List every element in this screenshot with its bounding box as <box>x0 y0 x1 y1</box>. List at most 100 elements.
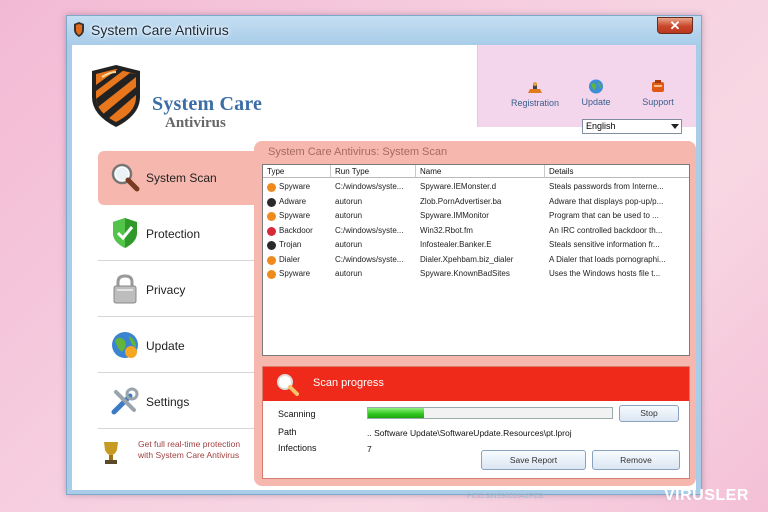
table-row[interactable]: Backdoor C:/windows/syste... Win32.Rbot.fm… <box>263 224 689 239</box>
watermark-text: VIRUSLER <box>664 487 749 504</box>
column-header-run-type[interactable]: Run Type <box>331 165 416 178</box>
cell-details: Uses the Windows hosts file t... <box>549 269 661 278</box>
tools-icon <box>111 387 139 415</box>
cell-run-type: C:/windows/syste... <box>335 182 404 191</box>
scan-progress-fill <box>368 408 425 418</box>
save-report-button[interactable]: Save Report <box>481 450 586 470</box>
column-header-details[interactable]: Details <box>545 165 691 178</box>
cell-run-type: C:/windows/syste... <box>335 225 404 235</box>
padlock-icon <box>113 274 137 304</box>
globe-icon <box>112 332 138 358</box>
sidebar-item-label: Privacy <box>146 283 186 297</box>
cell-name: Dialer.Xpehbam.biz_dialer <box>420 254 514 264</box>
table-row[interactable]: Spyware autorun Spyware.KnownBadSites Uses … <box>263 267 689 282</box>
app-window: System Care Antivirus ✕ System Care Anti… <box>66 15 702 500</box>
registration-button[interactable]: Registration <box>505 81 565 108</box>
pc-id-text: PCID:361991016A2FCB <box>467 493 544 500</box>
scan-progress-title: Scan progress <box>313 377 384 389</box>
language-value: English <box>586 121 616 131</box>
sidebar-item-settings[interactable]: Settings <box>98 375 256 429</box>
table-row[interactable]: Spyware C:/windows/syste... Spyware.IEMons… <box>263 180 689 195</box>
system-scan-panel: System Care Antivirus: System Scan Type … <box>254 141 696 486</box>
sidebar-item-protection[interactable]: Protection <box>98 207 256 261</box>
column-header-name[interactable]: Name <box>416 165 545 178</box>
magnifier-icon <box>111 163 140 192</box>
sidebar-item-label: Protection <box>146 227 201 241</box>
infections-label: Infections <box>278 443 317 453</box>
cell-name: Infostealer.Banker.E <box>420 240 492 249</box>
path-value: .. Software Update\SoftwareUpdate.Resour… <box>367 428 572 438</box>
remove-button[interactable]: Remove <box>592 450 680 470</box>
threat-table: Type Run Type Name Details Spyware C:/win… <box>262 164 690 356</box>
threat-severity-icon <box>267 255 276 265</box>
sidebar-item-system-scan[interactable]: System Scan <box>98 151 256 205</box>
client-area: System Care Antivirus Registration Updat… <box>72 45 696 500</box>
cell-type: Spyware <box>279 182 311 191</box>
cell-name: Win32.Rbot.fm <box>420 225 473 235</box>
update-globe-icon <box>589 79 603 94</box>
logo-shield-icon <box>92 65 140 127</box>
chevron-down-icon <box>671 124 679 129</box>
shield-check-icon <box>113 218 137 248</box>
threat-severity-icon <box>267 270 276 279</box>
window-title: System Care Antivirus <box>91 22 229 38</box>
threat-severity-icon <box>267 197 276 207</box>
stop-button[interactable]: Stop <box>619 405 679 422</box>
sidebar-item-label: Settings <box>146 395 190 409</box>
column-header-type[interactable]: Type <box>263 165 331 178</box>
cell-name: Spyware.KnownBadSites <box>420 269 510 278</box>
cell-details: Program that can be used to ... <box>549 211 659 220</box>
sidebar-item-label: Update <box>146 339 185 353</box>
close-button[interactable]: ✕ <box>657 17 693 34</box>
table-header: Type Run Type Name Details <box>263 165 689 178</box>
cell-type: Backdoor <box>279 225 313 235</box>
table-row[interactable]: Trojan autorun Infostealer.Banker.E Steals … <box>263 238 689 253</box>
cell-type: Spyware <box>279 269 311 278</box>
cell-run-type: autorun <box>335 196 363 206</box>
table-row[interactable]: Dialer C:/windows/syste... Dialer.Xpehbam.… <box>263 253 689 268</box>
trophy-icon <box>104 442 118 464</box>
threat-severity-icon <box>267 212 276 221</box>
cell-type: Spyware <box>279 211 311 220</box>
registration-icon <box>528 82 542 93</box>
title-bar[interactable]: System Care Antivirus ✕ <box>67 16 701 44</box>
table-row[interactable]: Spyware autorun Spyware.IMMonitor Program t… <box>263 209 689 224</box>
cell-details: A Dialer that loads pornographi... <box>549 254 666 264</box>
magnifier-icon <box>277 374 299 396</box>
scanning-label: Scanning <box>278 409 316 419</box>
cell-run-type: autorun <box>335 211 363 220</box>
support-icon <box>652 80 664 92</box>
scan-progress-header: Scan progress <box>263 367 689 401</box>
cell-run-type: C:/windows/syste... <box>335 254 404 264</box>
threat-severity-icon <box>267 226 276 236</box>
cell-type: Trojan <box>279 240 302 249</box>
update-button[interactable]: Update <box>566 79 626 107</box>
table-row[interactable]: Adware autorun Zlob.PornAdvertiser.ba Adwar… <box>263 195 689 210</box>
update-label: Update <box>581 97 611 107</box>
cell-run-type: autorun <box>335 269 363 278</box>
cell-run-type: autorun <box>335 240 363 249</box>
language-select[interactable]: English <box>582 119 682 134</box>
promo-text[interactable]: Get full real-time protection with Syste… <box>138 439 250 461</box>
sidebar-item-label: System Scan <box>146 171 217 185</box>
scan-progress-area: Scan progress Scanning Stop Path .. Soft… <box>262 366 690 479</box>
support-button[interactable]: Support <box>628 79 688 107</box>
cell-type: Dialer <box>279 254 300 264</box>
app-shield-icon <box>74 22 84 37</box>
registration-label: Registration <box>510 98 560 108</box>
sidebar-item-privacy[interactable]: Privacy <box>98 263 256 317</box>
threat-severity-icon <box>267 183 276 192</box>
path-label: Path <box>278 427 297 437</box>
scan-progress-bar <box>367 407 613 419</box>
cell-details: An IRC controlled backdoor th... <box>549 225 663 235</box>
support-label: Support <box>642 97 674 107</box>
cell-name: Spyware.IEMonster.d <box>420 182 497 191</box>
cell-name: Spyware.IMMonitor <box>420 211 489 220</box>
threat-severity-icon <box>267 241 276 250</box>
cell-details: Steals passwords from Interne... <box>549 182 664 191</box>
logo-title: System Care <box>152 93 263 115</box>
cell-type: Adware <box>279 196 307 206</box>
sidebar-item-update[interactable]: Update <box>98 319 256 373</box>
panel-title: System Care Antivirus: System Scan <box>268 146 448 158</box>
cell-details: Adware that displays pop-up/p... <box>549 196 664 206</box>
